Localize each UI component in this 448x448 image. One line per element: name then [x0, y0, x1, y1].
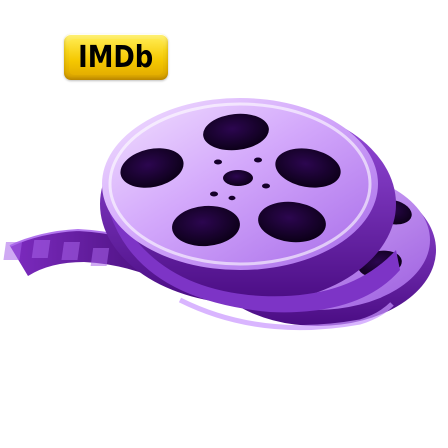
- front-reel: [102, 98, 378, 270]
- page-canvas: IMDb: [0, 0, 448, 448]
- reel-hub: [223, 170, 253, 186]
- film-reel-icon: [3, 98, 436, 331]
